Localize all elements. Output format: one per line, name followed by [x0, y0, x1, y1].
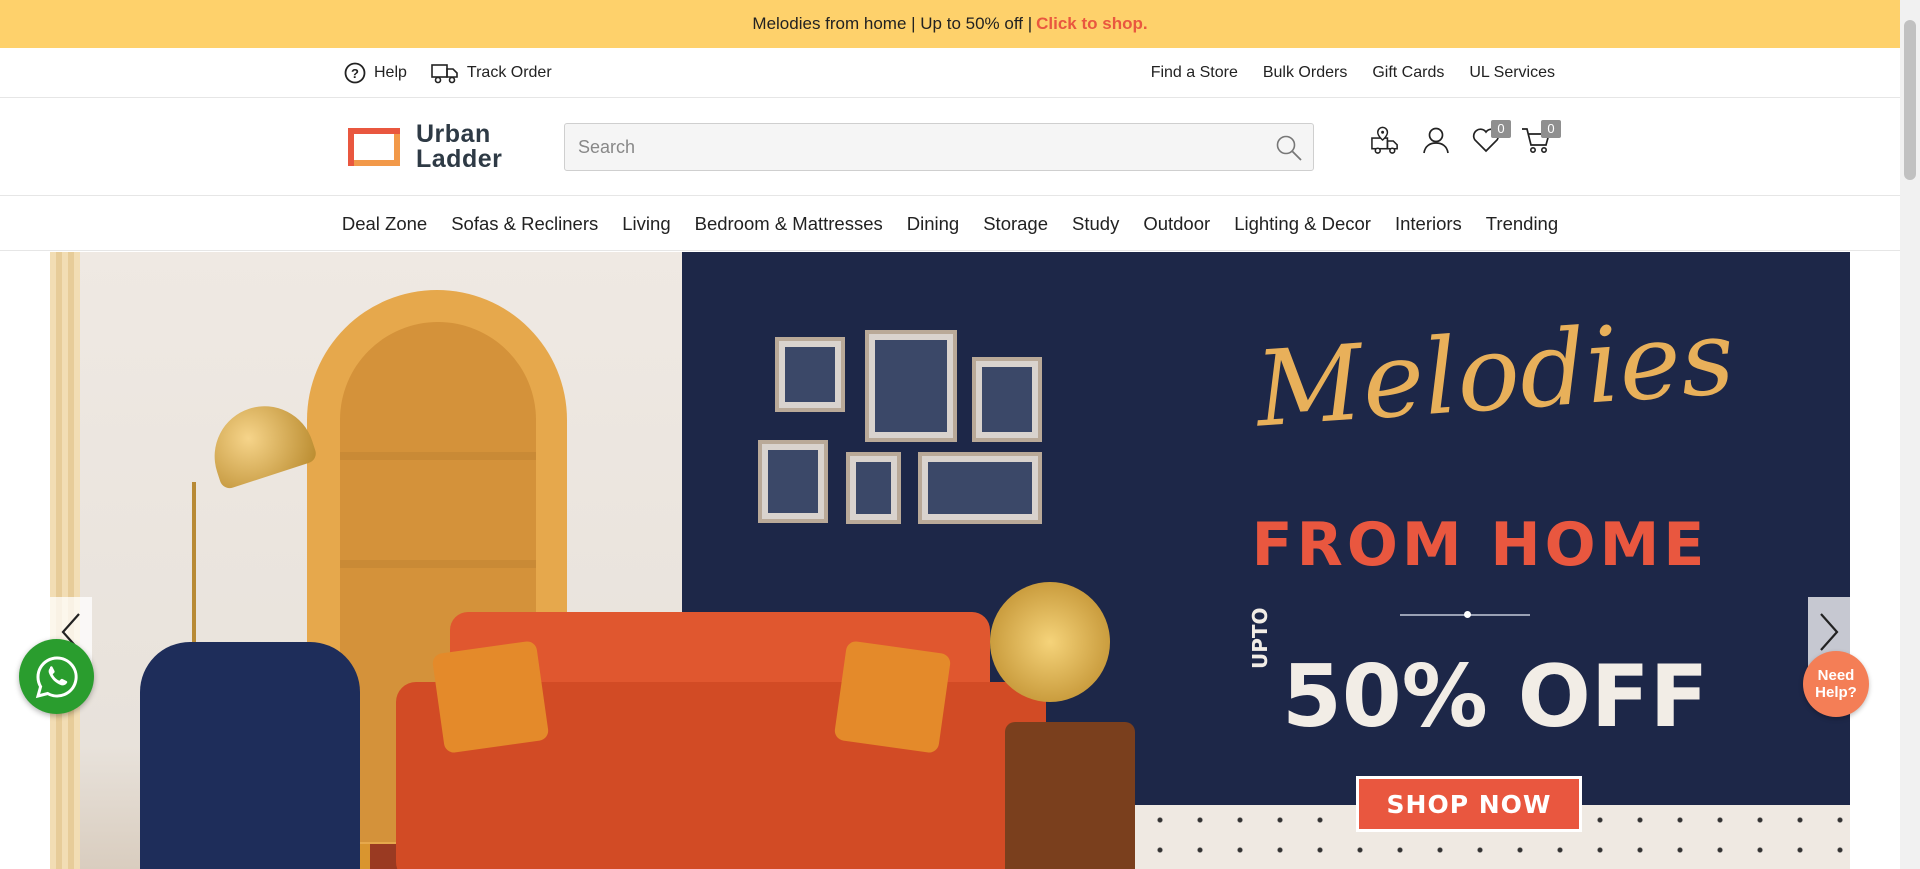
photo-frame-graphic — [846, 452, 901, 524]
help-icon: ? — [344, 62, 366, 84]
need-help-label: Need Help? — [1815, 667, 1857, 701]
promo-banner: Melodies from home | Up to 50% off | Cli… — [0, 0, 1900, 48]
help-label: Help — [374, 64, 407, 81]
nav-item-storage[interactable]: Storage — [983, 213, 1048, 235]
need-help-line1: Need — [1817, 667, 1855, 684]
logo-line1: Urban — [416, 120, 491, 148]
header-icons: 0 0 — [1370, 120, 1561, 160]
whatsapp-icon — [35, 655, 78, 698]
ul-services-link[interactable]: UL Services — [1469, 64, 1555, 82]
category-nav: Deal Zone Sofas & Recliners Living Bedro… — [0, 197, 1900, 251]
hero-banner[interactable]: Melodies FROM HOME UPTO 50% OFF SHOP NOW — [50, 252, 1850, 869]
whatsapp-button[interactable] — [19, 639, 94, 714]
account-button[interactable] — [1420, 120, 1451, 160]
photo-frame-graphic — [758, 440, 828, 523]
hero-divider-dot — [1464, 611, 1471, 618]
nav-item-sofas-recliners[interactable]: Sofas & Recliners — [451, 213, 598, 235]
gramophone-graphic — [990, 582, 1110, 702]
logo-mark-icon — [348, 128, 400, 166]
chevron-right-icon — [1820, 613, 1839, 651]
gift-cards-link[interactable]: Gift Cards — [1372, 64, 1444, 82]
utility-right: Find a Store Bulk Orders Gift Cards UL S… — [1151, 48, 1555, 98]
hero-discount: 50% OFF — [1282, 647, 1709, 747]
promo-cta-link[interactable]: Click to shop. — [1036, 14, 1147, 34]
search-box — [564, 123, 1314, 171]
nav-item-study[interactable]: Study — [1072, 213, 1119, 235]
nav-item-bedroom-mattresses[interactable]: Bedroom & Mattresses — [695, 213, 883, 235]
shop-now-button[interactable]: SHOP NOW — [1356, 776, 1582, 832]
photo-frame-graphic — [972, 357, 1042, 442]
curtain-graphic — [50, 252, 80, 869]
store-locator-icon — [1371, 126, 1398, 154]
track-order-label: Track Order — [466, 64, 552, 81]
photo-frame-graphic — [775, 337, 845, 412]
cart-count-badge: 0 — [1541, 120, 1561, 138]
wishlist-button[interactable]: 0 — [1470, 120, 1511, 160]
logo-text: Urban Ladder — [416, 122, 502, 172]
find-store-link[interactable]: Find a Store — [1151, 64, 1238, 82]
utility-left: ? Help Track Order — [344, 48, 552, 98]
promo-text: Melodies from home | Up to 50% off | — [752, 14, 1033, 33]
nav-item-trending[interactable]: Trending — [1486, 213, 1558, 235]
track-order-link[interactable]: Track Order — [431, 61, 552, 85]
nav-item-deal-zone[interactable]: Deal Zone — [342, 213, 427, 235]
help-link[interactable]: ? Help — [344, 62, 407, 84]
need-help-button[interactable]: Need Help? — [1803, 651, 1869, 717]
photo-frame-graphic — [918, 452, 1042, 524]
search-icon[interactable] — [1275, 134, 1303, 162]
nav-item-lighting-decor[interactable]: Lighting & Decor — [1234, 213, 1371, 235]
hero-title: Melodies — [1251, 295, 1739, 451]
search-input[interactable] — [565, 124, 1313, 170]
nav-item-outdoor[interactable]: Outdoor — [1143, 213, 1210, 235]
hero-subtitle: FROM HOME — [1251, 510, 1709, 580]
shelf-graphic — [340, 452, 536, 460]
page-scrollbar[interactable] — [1900, 0, 1920, 869]
logo-line2: Ladder — [416, 145, 503, 173]
photo-frame-graphic — [865, 330, 957, 442]
hero-upto-label: UPTO — [1248, 607, 1272, 669]
cushion-graphic — [431, 640, 550, 754]
utility-bar: ? Help Track Order Find a Store Bulk Ord… — [0, 48, 1900, 98]
urban-ladder-logo[interactable]: Urban Ladder — [344, 122, 502, 172]
nav-item-living[interactable]: Living — [622, 213, 670, 235]
nav-item-interiors[interactable]: Interiors — [1395, 213, 1462, 235]
nav-item-dining[interactable]: Dining — [907, 213, 959, 235]
need-help-line2: Help? — [1815, 684, 1857, 701]
side-table-graphic — [1005, 722, 1135, 869]
track-order-icon — [431, 64, 458, 84]
svg-text:?: ? — [351, 66, 359, 81]
user-icon — [1422, 127, 1449, 154]
bulk-orders-link[interactable]: Bulk Orders — [1263, 64, 1347, 82]
shelf-graphic — [340, 560, 536, 568]
main-header: Urban Ladder 0 0 — [0, 98, 1900, 196]
scrollbar-thumb[interactable] — [1904, 20, 1916, 180]
cart-button[interactable]: 0 — [1520, 120, 1561, 160]
wishlist-count-badge: 0 — [1491, 120, 1511, 138]
armchair-graphic — [140, 642, 360, 869]
store-locator-button[interactable] — [1370, 120, 1401, 160]
cushion-graphic — [833, 640, 952, 754]
